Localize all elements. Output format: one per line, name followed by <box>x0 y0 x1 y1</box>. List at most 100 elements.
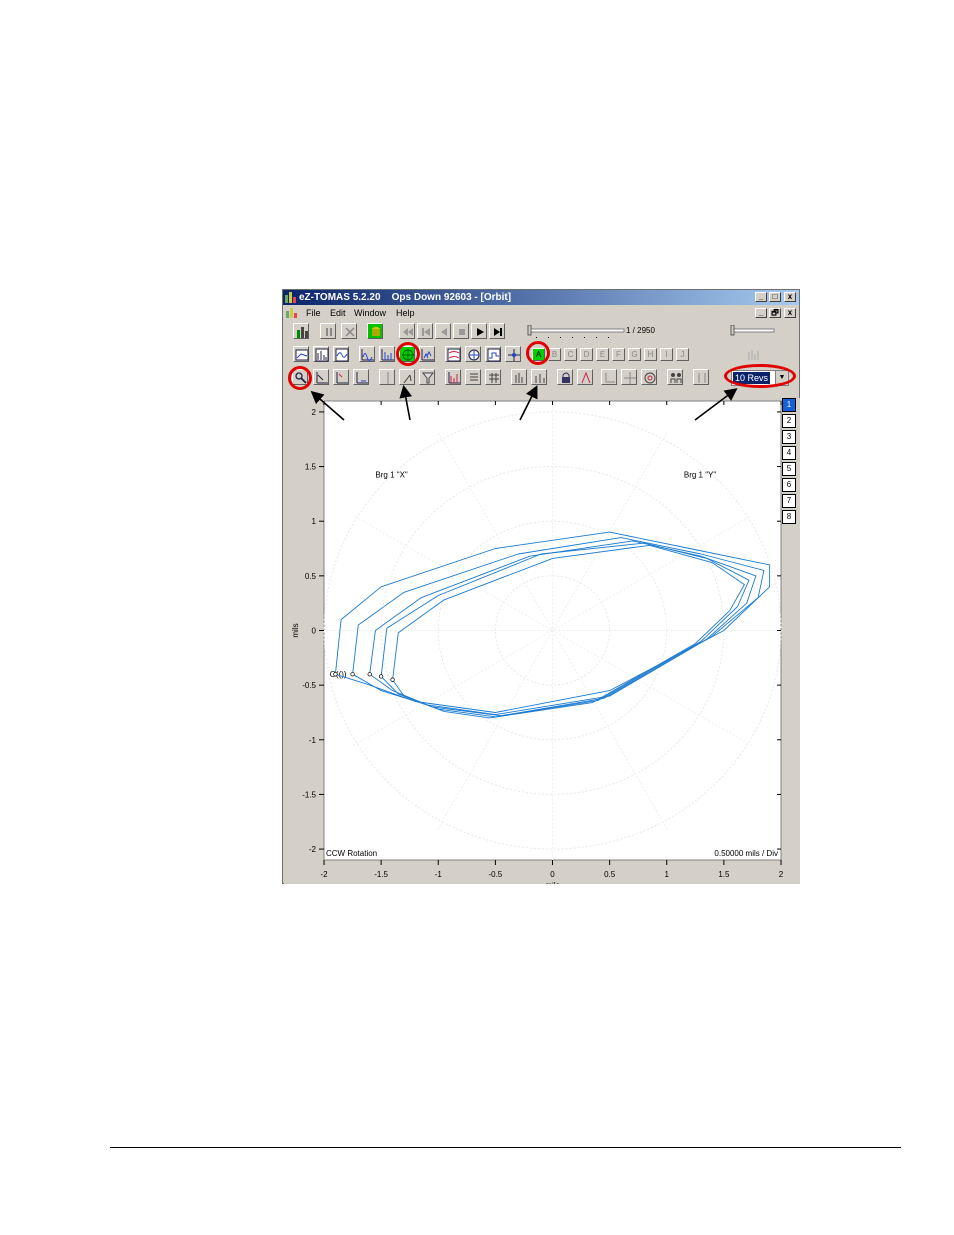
tool-btn-18[interactable] <box>667 369 683 385</box>
channel-a-highlight-ring <box>526 341 550 365</box>
database-button[interactable] <box>367 323 383 339</box>
tool-btn-15[interactable] <box>601 369 617 385</box>
y-tick-label: 1 <box>312 517 317 526</box>
x-tick-label: 1 <box>665 870 670 879</box>
channel-e-button[interactable]: E <box>596 348 609 361</box>
cursor-button-4[interactable]: 4 <box>782 446 796 460</box>
y-tick-label: -0.5 <box>302 681 316 690</box>
cursor-button-8[interactable]: 8 <box>782 510 796 524</box>
plot-btn-11[interactable] <box>505 346 521 362</box>
tool-btn-17[interactable] <box>641 369 657 385</box>
tool-btn-11[interactable] <box>511 369 527 385</box>
plot-btn-1[interactable] <box>293 346 309 362</box>
plot-btn-3[interactable] <box>333 346 349 362</box>
cursor-button-2[interactable]: 2 <box>782 414 796 428</box>
x-tick-label: 0.5 <box>604 870 616 879</box>
play-button[interactable] <box>471 323 487 339</box>
x-axis-label: mils <box>545 881 559 884</box>
plot-btn-10[interactable] <box>485 346 501 362</box>
channel-g-button[interactable]: G <box>628 348 641 361</box>
people-icon <box>670 373 682 383</box>
play-back-icon <box>441 328 447 336</box>
channel-i-button[interactable]: I <box>660 348 673 361</box>
child-close-button[interactable]: x <box>784 308 796 318</box>
cursor-button-3[interactable]: 3 <box>782 430 796 444</box>
polar-icon <box>468 349 480 361</box>
plot-btn-9[interactable] <box>465 346 481 362</box>
plot-btn-8[interactable] <box>445 346 461 362</box>
tool-btn-8[interactable] <box>445 369 461 385</box>
tool-btn-2[interactable] <box>313 369 329 385</box>
y-tick-label: 0.5 <box>305 572 317 581</box>
child-minimize-button[interactable]: _ <box>755 308 767 318</box>
plot-icon <box>295 349 309 361</box>
orbit-keyphasor-point <box>367 672 372 677</box>
overlay-button[interactable] <box>745 346 761 362</box>
cursor-button-1[interactable]: 1 <box>782 398 796 412</box>
menu-edit[interactable]: Edit <box>330 306 346 320</box>
last-frame-button[interactable] <box>489 323 505 339</box>
plot-btn-5[interactable] <box>379 346 395 362</box>
rewind-button[interactable] <box>399 323 415 339</box>
pause-button[interactable] <box>320 323 336 339</box>
x-tick-label: 2 <box>779 870 784 879</box>
y-tick-label: 2 <box>312 408 317 417</box>
plot-btn-7[interactable] <box>419 346 435 362</box>
cursor-button-7[interactable]: 7 <box>782 494 796 508</box>
cursor-button-5[interactable]: 5 <box>782 462 796 476</box>
plot-btn-2[interactable] <box>313 346 329 362</box>
tool-btn-10[interactable] <box>485 369 501 385</box>
speed-slider[interactable] <box>729 325 777 339</box>
spectrum-icon <box>315 348 329 362</box>
axis-icon <box>316 372 328 384</box>
minimize-button[interactable]: _ <box>755 292 767 302</box>
marker-icon <box>387 372 389 384</box>
channels-button[interactable] <box>293 323 309 339</box>
menu-file[interactable]: File <box>306 306 321 320</box>
menu-help[interactable]: Help <box>396 306 415 320</box>
cursor-button-6[interactable]: 6 <box>782 478 796 492</box>
stop-icon <box>459 329 465 335</box>
channel-b-button[interactable]: B <box>548 348 561 361</box>
tool-btn-3[interactable] <box>333 369 349 385</box>
spiral-icon <box>644 372 656 384</box>
phase-icon <box>581 371 591 384</box>
maximize-button[interactable]: □ <box>769 292 781 302</box>
stop-acquire-button[interactable] <box>341 323 357 339</box>
cursor-icon <box>403 374 412 384</box>
crosshair-icon <box>624 372 636 384</box>
tool-btn-16[interactable] <box>621 369 637 385</box>
y-tick-label: -2 <box>309 845 317 854</box>
channel-j-button[interactable]: J <box>676 348 689 361</box>
menu-window[interactable]: Window <box>354 306 386 320</box>
menu-bar: File Edit Window Help _ 🗗 x <box>283 306 799 320</box>
channel-h-button[interactable]: H <box>644 348 657 361</box>
child-restore-button[interactable]: 🗗 <box>769 308 781 318</box>
tool-btn-4[interactable] <box>353 369 369 385</box>
grid-icon <box>489 373 499 383</box>
window-title: eZ-TOMAS 5.2.20 Ops Down 92603 - [Orbit] <box>299 292 512 303</box>
play-back-button[interactable] <box>435 323 451 339</box>
orbit-highlight-ring <box>396 342 420 366</box>
x-tick-label: 0 <box>550 870 555 879</box>
frame-slider[interactable] <box>526 325 626 339</box>
tool-btn-6[interactable] <box>399 369 415 385</box>
tool-btn-7[interactable] <box>419 369 435 385</box>
pause-icon <box>326 328 332 336</box>
channel-f-button[interactable]: F <box>612 348 625 361</box>
tool-btn-19[interactable] <box>693 369 709 385</box>
tool-btn-5[interactable] <box>379 369 395 385</box>
probe-y-label: Brg 1 "Y" <box>684 471 717 480</box>
close-button[interactable]: x <box>784 292 796 302</box>
channel-c-button[interactable]: C <box>564 348 577 361</box>
tool-btn-12[interactable] <box>531 369 547 385</box>
tool-btn-13[interactable] <box>557 369 573 385</box>
channel-d-button[interactable]: D <box>580 348 593 361</box>
first-frame-button[interactable] <box>417 323 433 339</box>
rewind-icon <box>403 328 413 336</box>
tool-btn-14[interactable] <box>577 369 593 385</box>
tool-btn-9[interactable] <box>465 369 481 385</box>
skip-start-icon <box>422 328 430 336</box>
stop-button[interactable] <box>453 323 469 339</box>
plot-btn-4[interactable] <box>359 346 375 362</box>
